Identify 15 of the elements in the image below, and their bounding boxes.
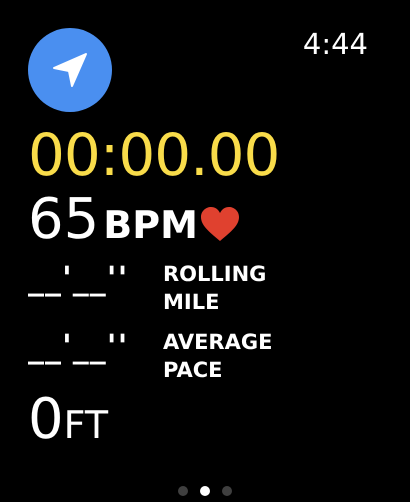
elevation-unit: FT xyxy=(64,406,108,444)
pace-value: __'__'' xyxy=(28,262,130,294)
page-dot[interactable] xyxy=(200,486,210,496)
elevation-value: 0 xyxy=(28,392,64,448)
heart-icon xyxy=(200,206,240,242)
pace-value: __'__'' xyxy=(28,330,130,362)
elapsed-time: 00:00.00 xyxy=(28,126,280,184)
metric-label: ROLLING MILE xyxy=(163,261,266,316)
metric-label: AVERAGE PACE xyxy=(163,329,272,384)
heart-rate-value: 65 xyxy=(28,192,100,248)
page-dot[interactable] xyxy=(178,486,188,496)
location-arrow-icon xyxy=(52,52,88,88)
heart-rate-unit: BPM xyxy=(103,206,198,244)
clock-time: 4:44 xyxy=(302,30,368,59)
page-dot[interactable] xyxy=(222,486,232,496)
